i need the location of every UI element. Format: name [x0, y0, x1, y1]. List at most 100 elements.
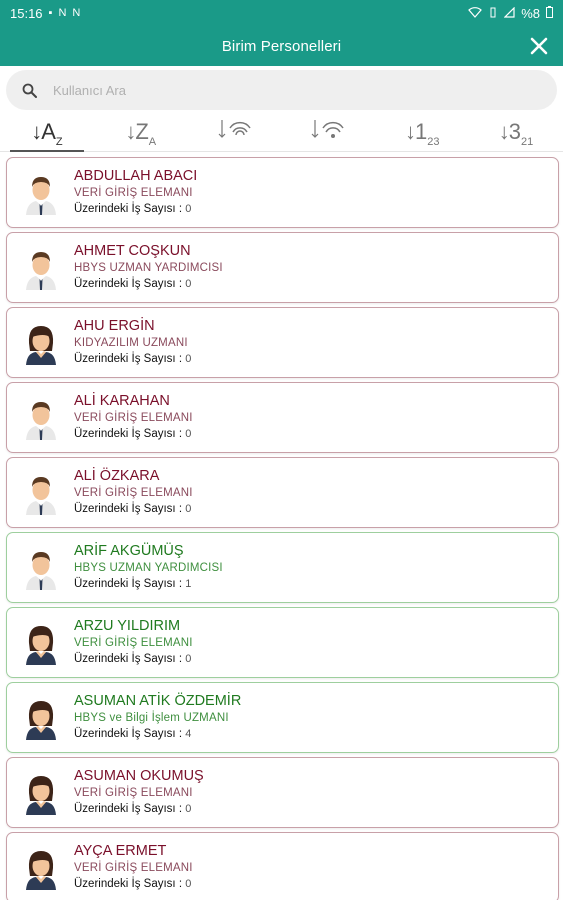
- workload-count: 0: [185, 278, 192, 290]
- workload-label: Üzerindeki İş Sayısı :: [74, 653, 183, 665]
- status-bar: 15:16 ▪ N N %8: [0, 0, 563, 26]
- male-avatar-icon: [24, 396, 58, 440]
- personnel-role: KIDYAZILIM UZMANI: [74, 337, 188, 349]
- search-input[interactable]: [53, 82, 513, 98]
- workload-count: 0: [185, 428, 192, 440]
- female-avatar-icon: [24, 696, 58, 740]
- personnel-name: ASUMAN OKUMUŞ: [74, 768, 204, 784]
- list-item[interactable]: ASUMAN OKUMUŞ VERİ GİRİŞ ELEMANI Üzerindek…: [6, 757, 559, 828]
- close-button[interactable]: [525, 32, 553, 60]
- personnel-name: ALİ KARAHAN: [74, 393, 170, 409]
- workload-count: 0: [185, 803, 192, 815]
- personnel-role: VERİ GİRİŞ ELEMANI: [74, 412, 193, 424]
- workload-count: 0: [185, 878, 192, 890]
- personnel-name: ALİ ÖZKARA: [74, 468, 160, 484]
- list-item[interactable]: AYÇA ERMET VERİ GİRİŞ ELEMANI Üzerindeki İ…: [6, 832, 559, 900]
- workload-line: Üzerindeki İş Sayısı : 0: [74, 651, 193, 668]
- sort-alpha-asc-icon: ↓AZ: [31, 118, 63, 148]
- list-item[interactable]: ALİ KARAHAN VERİ GİRİŞ ELEMANI Üzerindeki …: [6, 382, 559, 453]
- personnel-info: ARZU YILDIRIM VERİ GİRİŞ ELEMANI Üzerindek…: [74, 617, 193, 668]
- workload-label: Üzerindeki İş Sayısı :: [74, 278, 183, 290]
- sort-glyph: ↓3: [498, 118, 521, 144]
- vibrate-status-icon: [488, 6, 498, 21]
- personnel-name: AHMET COŞKUN: [74, 243, 191, 259]
- workload-line: Üzerindeki İş Sayısı : 0: [74, 876, 193, 893]
- wifi-status-icon: [468, 6, 483, 21]
- workload-count: 4: [185, 728, 192, 740]
- sort-tab-2[interactable]: [188, 112, 282, 151]
- battery-icon: [546, 5, 553, 21]
- sort-signal-strong-icon: [218, 118, 252, 145]
- workload-line: Üzerindeki İş Sayısı : 1: [74, 576, 223, 593]
- search-bar[interactable]: [6, 70, 557, 110]
- workload-label: Üzerindeki İş Sayısı :: [74, 203, 183, 215]
- workload-count: 0: [185, 353, 192, 365]
- personnel-role: VERİ GİRİŞ ELEMANI: [74, 637, 193, 649]
- sort-tab-3[interactable]: [281, 112, 375, 151]
- workload-line: Üzerindeki İş Sayısı : 0: [74, 201, 197, 218]
- workload-count: 1: [185, 578, 192, 590]
- personnel-list: ABDULLAH ABACI VERİ GİRİŞ ELEMANI Üzerinde…: [6, 157, 559, 900]
- personnel-info: AHU ERGİN KIDYAZILIM UZMANI Üzerindeki İş …: [74, 317, 191, 368]
- sort-tab-4[interactable]: ↓123: [375, 112, 469, 151]
- workload-label: Üzerindeki İş Sayısı :: [74, 728, 183, 740]
- workload-label: Üzerindeki İş Sayısı :: [74, 353, 183, 365]
- personnel-info: ALİ KARAHAN VERİ GİRİŞ ELEMANI Üzerindeki …: [74, 392, 193, 443]
- personnel-role: HBYS UZMAN YARDIMCISI: [74, 562, 223, 574]
- battery-percent: %8: [521, 5, 540, 21]
- sort-subscript: 23: [427, 135, 440, 148]
- status-time: 15:16: [10, 5, 43, 21]
- sort-subscript: Z: [55, 135, 63, 148]
- workload-label: Üzerindeki İş Sayısı :: [74, 503, 183, 515]
- workload-label: Üzerindeki İş Sayısı :: [74, 878, 183, 890]
- list-item[interactable]: ALİ ÖZKARA VERİ GİRİŞ ELEMANI Üzerindeki İ…: [6, 457, 559, 528]
- sort-tab-0[interactable]: ↓AZ: [0, 112, 94, 152]
- workload-line: Üzerindeki İş Sayısı : 0: [74, 351, 191, 368]
- personnel-info: AHMET COŞKUN HBYS UZMAN YARDIMCISI Üzerind…: [74, 242, 223, 293]
- workload-line: Üzerindeki İş Sayısı : 0: [74, 426, 193, 443]
- sort-glyph: ↓1: [404, 118, 427, 144]
- sort-tabs: ↓AZ ↓ZA ↓123 ↓321: [0, 112, 563, 152]
- n-notification-icon: N: [58, 6, 67, 19]
- female-avatar-icon: [24, 621, 58, 665]
- workload-line: Üzerindeki İş Sayısı : 0: [74, 501, 193, 518]
- search-icon: [22, 83, 37, 98]
- personnel-role: VERİ GİRİŞ ELEMANI: [74, 487, 193, 499]
- personnel-role: HBYS UZMAN YARDIMCISI: [74, 262, 223, 274]
- sort-numeric-desc-icon: ↓321: [498, 118, 534, 148]
- personnel-role: VERİ GİRİŞ ELEMANI: [74, 862, 193, 874]
- app-bar: Birim Personelleri: [0, 26, 563, 66]
- sort-numeric-asc-icon: ↓123: [404, 118, 440, 148]
- personnel-info: ASUMAN ATİK ÖZDEMİR HBYS ve Bilgi İşlem U…: [74, 692, 241, 743]
- list-item[interactable]: AHMET COŞKUN HBYS UZMAN YARDIMCISI Üzerind…: [6, 232, 559, 303]
- list-item[interactable]: ARZU YILDIRIM VERİ GİRİŞ ELEMANI Üzerindek…: [6, 607, 559, 678]
- workload-count: 0: [185, 653, 192, 665]
- list-item[interactable]: ARİF AKGÜMÜŞ HBYS UZMAN YARDIMCISI Üzerind…: [6, 532, 559, 603]
- personnel-role: HBYS ve Bilgi İşlem UZMANI: [74, 712, 229, 724]
- sort-tab-5[interactable]: ↓321: [469, 112, 563, 151]
- sort-tab-1[interactable]: ↓ZA: [94, 112, 188, 151]
- workload-label: Üzerindeki İş Sayısı :: [74, 803, 183, 815]
- sort-subscript: 21: [521, 135, 534, 148]
- male-avatar-icon: [24, 546, 58, 590]
- sort-glyph: ↓A: [31, 118, 56, 144]
- list-item[interactable]: ASUMAN ATİK ÖZDEMİR HBYS ve Bilgi İşlem U…: [6, 682, 559, 753]
- list-item[interactable]: ABDULLAH ABACI VERİ GİRİŞ ELEMANI Üzerinde…: [6, 157, 559, 228]
- sort-alpha-desc-icon: ↓ZA: [125, 118, 157, 148]
- list-item[interactable]: AHU ERGİN KIDYAZILIM UZMANI Üzerindeki İş …: [6, 307, 559, 378]
- workload-line: Üzerindeki İş Sayısı : 4: [74, 726, 241, 743]
- sort-subscript: A: [148, 135, 157, 148]
- male-avatar-icon: [24, 471, 58, 515]
- close-icon: [530, 37, 548, 55]
- workload-count: 0: [185, 503, 192, 515]
- personnel-info: AYÇA ERMET VERİ GİRİŞ ELEMANI Üzerindeki İ…: [74, 842, 193, 893]
- male-avatar-icon: [24, 171, 58, 215]
- female-avatar-icon: [24, 321, 58, 365]
- sort-glyph: ↓Z: [125, 118, 148, 144]
- gallery-notification-icon: ▪: [48, 6, 53, 19]
- workload-line: Üzerindeki İş Sayısı : 0: [74, 276, 223, 293]
- page-title: Birim Personelleri: [221, 37, 342, 55]
- personnel-name: ARİF AKGÜMÜŞ: [74, 543, 184, 559]
- personnel-info: ALİ ÖZKARA VERİ GİRİŞ ELEMANI Üzerindeki İ…: [74, 467, 193, 518]
- personnel-name: AHU ERGİN: [74, 318, 155, 334]
